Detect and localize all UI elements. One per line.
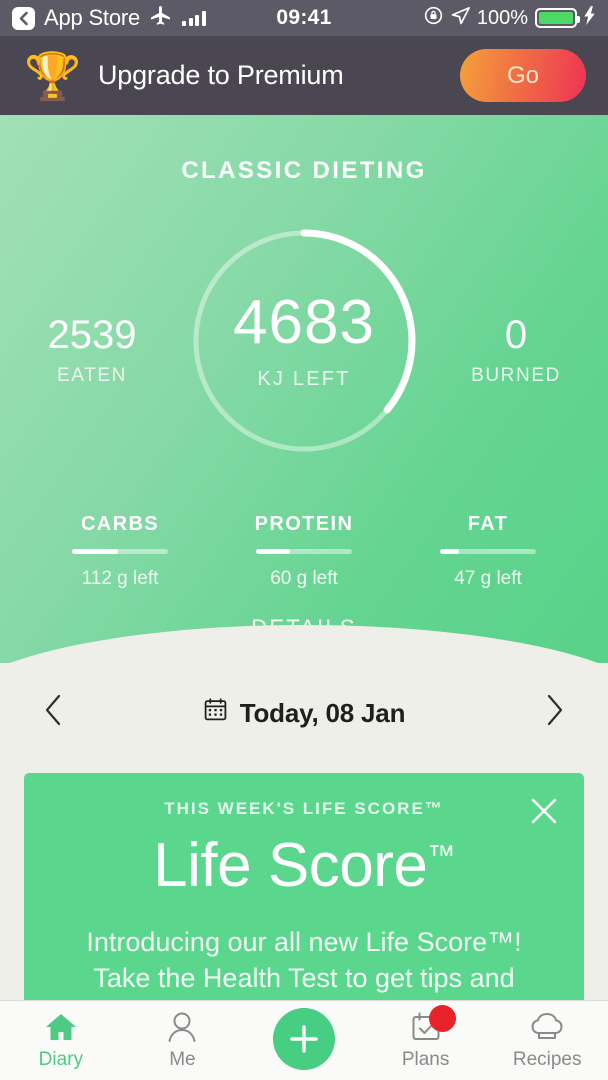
chevron-right-icon[interactable] [544,693,564,733]
date-navigation: Today, 08 Jan [0,663,608,763]
macros-row: CARBS 112 g left PROTEIN 60 g left FAT 4… [0,513,608,590]
macro-progress-bar [440,549,536,554]
macro-progress-bar [256,549,352,554]
premium-banner-title: Upgrade to Premium [98,60,344,90]
eaten-stat[interactable]: 2539 EATEN [2,315,182,387]
calendar-icon [203,697,228,729]
tab-label: Recipes [512,1049,582,1070]
macro-remaining: 112 g left [81,568,159,589]
macro-progress-bar [72,549,168,554]
back-app-label[interactable]: App Store [44,5,140,31]
burned-value: 0 [504,313,528,357]
premium-banner[interactable]: 🏆 Upgrade to Premium Go [0,36,608,115]
home-icon [44,1010,78,1044]
macro-carbs[interactable]: CARBS 112 g left [40,513,200,590]
status-bar-right: 100% [423,5,596,32]
macro-fat[interactable]: FAT 47 g left [408,513,568,590]
charging-bolt-icon [584,5,596,31]
tab-plans[interactable]: Plans [365,1001,487,1080]
calories-left-label: KJ LEFT [257,367,351,390]
calories-left-value: 4683 [233,287,375,357]
battery-percent-label: 100% [476,6,528,29]
macro-remaining: 47 g left [454,568,522,589]
diet-plan-title: CLASSIC DIETING [181,157,427,184]
back-chevron-icon[interactable] [12,6,35,30]
burned-stat[interactable]: 0 BURNED [426,315,606,387]
life-score-title-text: Life Score [153,831,428,900]
macro-name: CARBS [80,513,160,535]
macro-name: FAT [467,513,509,535]
close-icon[interactable] [522,789,566,833]
chevron-left-icon[interactable] [44,693,64,733]
chef-hat-icon [530,1010,564,1044]
rotation-lock-icon [423,5,444,32]
airplane-mode-icon [149,4,173,33]
tab-label: Diary [38,1049,83,1070]
plus-icon[interactable] [272,1007,335,1070]
tab-label: Me [169,1049,196,1070]
tab-me[interactable]: Me [122,1001,244,1080]
date-text: Today, 08 Jan [239,697,406,728]
app-root: App Store 09:41 100% 🏆 Upgrade to Premiu… [0,0,608,1080]
burned-label: BURNED [471,365,561,386]
trademark-symbol: ™ [427,839,455,871]
notification-badge [428,1005,456,1032]
battery-icon [535,8,580,28]
tab-diary[interactable]: Diary [0,1001,122,1080]
signal-bars-icon [182,10,206,26]
status-bar-left: App Store [12,4,206,33]
current-date[interactable]: Today, 08 Jan [203,697,406,729]
eaten-label: EATEN [57,365,127,386]
status-bar: App Store 09:41 100% [0,0,608,36]
calorie-ring-center: 4683 KJ LEFT [184,221,424,461]
person-icon [167,1010,197,1044]
calendar-check-icon [410,1005,456,1044]
tab-label: Plans [401,1049,450,1070]
tab-recipes[interactable]: Recipes [486,1001,608,1080]
macro-remaining: 60 g left [270,568,338,589]
eaten-value: 2539 [47,313,137,357]
location-arrow-icon [451,6,470,31]
premium-go-button[interactable]: Go [460,49,586,102]
macro-protein[interactable]: PROTEIN 60 g left [224,513,384,590]
add-entry-button[interactable] [243,1001,365,1080]
macro-name: PROTEIN [254,513,354,535]
calorie-summary-panel: CLASSIC DIETING 4683 KJ LEFT 2539 EATEN … [0,115,608,663]
life-score-kicker: THIS WEEK'S LIFE SCORE™ [164,799,444,818]
calorie-ring[interactable]: 4683 KJ LEFT [184,221,424,461]
bottom-tab-bar: Diary Me Plans Recipes [0,1000,608,1080]
life-score-title: Life Score™ [24,835,584,897]
trophy-icon: 🏆 [24,49,82,102]
life-score-card[interactable]: THIS WEEK'S LIFE SCORE™ Life Score™ Intr… [24,773,584,1021]
